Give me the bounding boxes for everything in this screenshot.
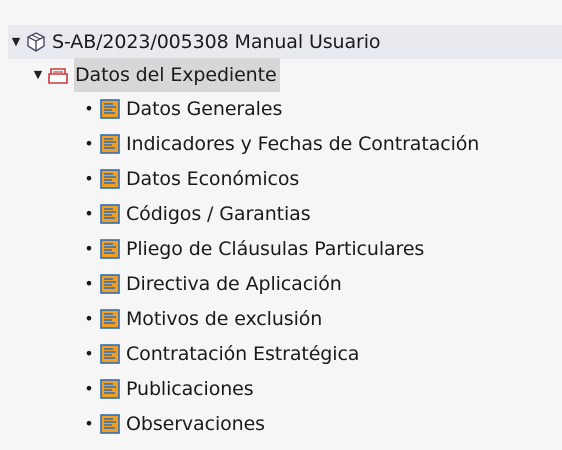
form-icon xyxy=(98,132,122,156)
tree-item-label: Datos Generales xyxy=(126,98,283,120)
tree-node-root-label: S-AB/2023/005308 Manual Usuario xyxy=(52,31,381,53)
tree-item-label: Directiva de Aplicación xyxy=(126,273,342,295)
bullet-icon: • xyxy=(84,239,94,258)
package-icon xyxy=(24,30,48,54)
tree-item-label: Pliego de Cláusulas Particulares xyxy=(126,238,425,260)
tree-item-label: Códigos / Garantias xyxy=(126,203,311,225)
bullet-icon: • xyxy=(84,309,94,328)
bullet-icon: • xyxy=(84,169,94,188)
tree-item-label: Indicadores y Fechas de Contratación xyxy=(126,133,480,155)
expand-toggle-icon[interactable]: ▼ xyxy=(8,25,24,59)
tree-item-observaciones[interactable]: • Observaciones xyxy=(80,407,265,441)
bullet-icon: • xyxy=(84,274,94,293)
tree-item-label: Datos Económicos xyxy=(126,168,300,190)
tree-item-codigos-garantias[interactable]: • Códigos / Garantias xyxy=(80,197,311,231)
tree-item-label: Observaciones xyxy=(126,413,265,435)
form-icon xyxy=(98,237,122,261)
tree-item-label: Motivos de exclusión xyxy=(126,308,323,330)
tree-item-datos-economicos[interactable]: • Datos Económicos xyxy=(80,162,299,196)
form-icon xyxy=(98,97,122,121)
form-icon xyxy=(98,412,122,436)
tree-item-label: Publicaciones xyxy=(126,378,254,400)
bullet-icon: • xyxy=(84,414,94,433)
bullet-icon: • xyxy=(84,344,94,363)
tree-view: ▼ S-AB/2023/005308 Manual Usuario ▼ Dato… xyxy=(0,0,562,450)
form-icon xyxy=(98,342,122,366)
tree-node-root[interactable]: ▼ S-AB/2023/005308 Manual Usuario xyxy=(8,25,562,59)
form-icon xyxy=(98,377,122,401)
tree-item-motivos-exclusion[interactable]: • Motivos de exclusión xyxy=(80,302,322,336)
tree-item-pliego-clausulas[interactable]: • Pliego de Cláusulas Particulares xyxy=(80,232,424,266)
form-icon xyxy=(98,202,122,226)
folder-stack-icon xyxy=(46,63,70,87)
tree-node-datos-expediente[interactable]: ▼ Datos del Expediente xyxy=(30,58,280,92)
bullet-icon: • xyxy=(84,379,94,398)
bullet-icon: • xyxy=(84,134,94,153)
bullet-icon: • xyxy=(84,204,94,223)
form-icon xyxy=(98,272,122,296)
tree-item-contratacion-estrategica[interactable]: • Contratación Estratégica xyxy=(80,337,359,371)
tree-item-directiva-aplicacion[interactable]: • Directiva de Aplicación xyxy=(80,267,342,301)
bullet-icon: • xyxy=(84,99,94,118)
tree-item-datos-generales[interactable]: • Datos Generales xyxy=(80,92,282,126)
tree-item-label: Contratación Estratégica xyxy=(126,343,360,365)
tree-item-indicadores-fechas[interactable]: • Indicadores y Fechas de Contratación xyxy=(80,127,479,161)
expand-toggle-icon[interactable]: ▼ xyxy=(30,58,46,92)
form-icon xyxy=(98,167,122,191)
tree-item-publicaciones[interactable]: • Publicaciones xyxy=(80,372,254,406)
form-icon xyxy=(98,307,122,331)
tree-node-datos-expediente-label: Datos del Expediente xyxy=(74,58,280,92)
